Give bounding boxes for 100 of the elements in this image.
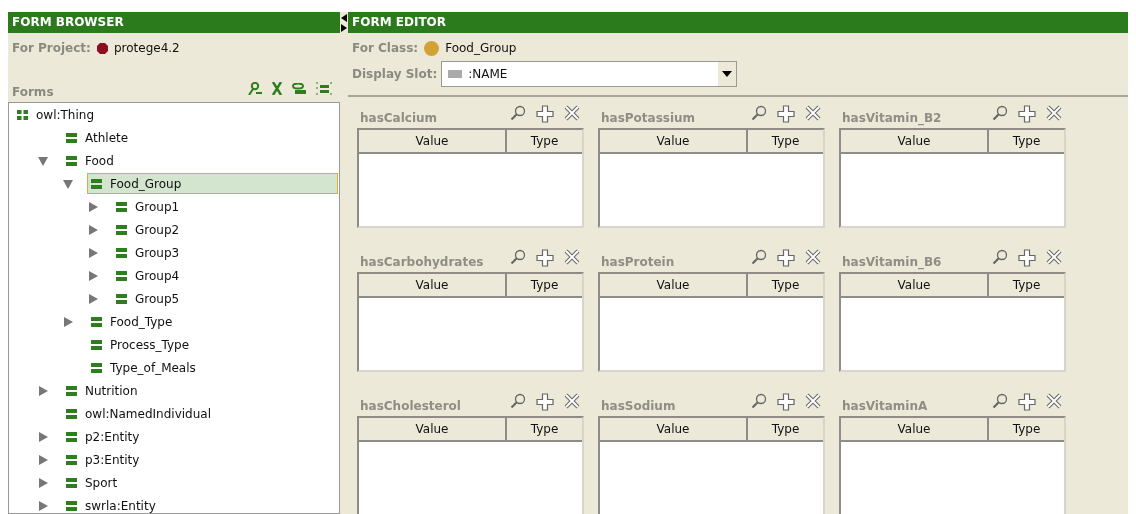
column-header[interactable]: Type: [989, 130, 1064, 152]
add-icon[interactable]: [777, 393, 795, 411]
search-icon[interactable]: [992, 249, 1008, 265]
remove-icon[interactable]: [564, 393, 580, 409]
section-label: Forms: [12, 85, 54, 99]
tree-item[interactable]: Group3: [112, 242, 184, 263]
class-icon: [66, 155, 77, 166]
class-icon: [91, 178, 102, 189]
column-header[interactable]: Value: [841, 274, 989, 296]
tree-item[interactable]: Group5: [112, 288, 184, 309]
column-header[interactable]: Type: [507, 274, 582, 296]
search-icon[interactable]: [992, 105, 1008, 121]
remove-icon[interactable]: [564, 105, 580, 121]
search-icon[interactable]: [751, 105, 767, 121]
column-header[interactable]: Value: [359, 418, 507, 440]
column-header[interactable]: Value: [600, 130, 748, 152]
class-icon: [116, 270, 127, 281]
column-header[interactable]: Value: [359, 274, 507, 296]
class-icon: [116, 224, 127, 235]
remove-icon[interactable]: [1046, 105, 1062, 121]
add-icon[interactable]: [1018, 249, 1036, 267]
remove-icon[interactable]: [1046, 249, 1062, 265]
tree-item[interactable]: p3:Entity: [62, 449, 144, 470]
tree-item[interactable]: Athlete: [62, 127, 133, 148]
tree-item[interactable]: Process_Type: [87, 334, 194, 355]
column-header[interactable]: Type: [989, 418, 1064, 440]
tree-item[interactable]: Sport: [62, 472, 122, 493]
tree-item[interactable]: Group2: [112, 219, 184, 240]
root-class-icon: [17, 109, 28, 120]
expand-icon[interactable]: [38, 477, 48, 488]
widget-title: hasCarbohydrates: [359, 255, 484, 269]
column-header[interactable]: Type: [507, 418, 582, 440]
tree-item[interactable]: Nutrition: [62, 380, 142, 401]
column-header[interactable]: Value: [359, 130, 507, 152]
search-icon[interactable]: [510, 249, 526, 265]
tree-item[interactable]: swrla:Entity: [62, 495, 160, 513]
expand-icon[interactable]: [38, 431, 48, 442]
tree-item[interactable]: Food_Type: [87, 311, 177, 332]
panel-title: FORM EDITOR: [348, 12, 1128, 33]
add-icon[interactable]: [1018, 105, 1036, 123]
search-icon[interactable]: [751, 393, 767, 409]
column-header[interactable]: Type: [748, 130, 823, 152]
class-icon: [66, 431, 77, 442]
remove-icon[interactable]: [805, 249, 821, 265]
remove-icon[interactable]: [805, 393, 821, 409]
add-icon[interactable]: [536, 249, 554, 267]
expand-icon[interactable]: [38, 500, 48, 511]
class-icon: [66, 454, 77, 465]
class-icon: [116, 293, 127, 304]
remove-icon[interactable]: [1046, 393, 1062, 409]
collapse-icon[interactable]: [63, 178, 73, 189]
search-icon[interactable]: [510, 105, 526, 121]
column-header[interactable]: Type: [748, 274, 823, 296]
expand-icon[interactable]: [63, 316, 73, 327]
cross-icon[interactable]: [272, 82, 282, 95]
class-icon: [66, 408, 77, 419]
column-header[interactable]: Type: [989, 274, 1064, 296]
class-icon: [66, 132, 77, 143]
field-label: Display Slot:: [352, 67, 438, 81]
class-circle-icon: [424, 40, 440, 56]
column-header[interactable]: Value: [600, 418, 748, 440]
add-icon[interactable]: [777, 249, 795, 267]
remove-icon[interactable]: [805, 105, 821, 121]
column-header[interactable]: Type: [507, 130, 582, 152]
expand-icon[interactable]: [88, 201, 98, 212]
add-icon[interactable]: [536, 105, 554, 123]
expand-icon[interactable]: [38, 385, 48, 396]
tree-item[interactable]: p2:Entity: [62, 426, 144, 447]
tree-root[interactable]: owl:Thing: [13, 104, 99, 125]
class-list-icon[interactable]: [316, 82, 332, 95]
collapse-icon[interactable]: [38, 155, 48, 166]
add-icon[interactable]: [777, 105, 795, 123]
expand-icon[interactable]: [88, 293, 98, 304]
tree-item[interactable]: Group4: [112, 265, 184, 286]
tree-item[interactable]: Food_Group: [87, 173, 338, 194]
search-icon[interactable]: [751, 249, 767, 265]
column-header[interactable]: Value: [600, 274, 748, 296]
expand-icon[interactable]: [38, 454, 48, 465]
remove-icon[interactable]: [564, 249, 580, 265]
slot-icon: [448, 70, 463, 78]
expand-icon[interactable]: [88, 224, 98, 235]
search-icon[interactable]: [992, 393, 1008, 409]
class-icon: [116, 201, 127, 212]
expand-icon[interactable]: [88, 270, 98, 281]
column-header[interactable]: Type: [748, 418, 823, 440]
tree-item[interactable]: Type_of_Meals: [87, 357, 200, 378]
widget-title: hasProtein: [600, 255, 675, 269]
project-icon: [96, 42, 108, 54]
tree-item[interactable]: owl:NamedIndividual: [62, 403, 215, 424]
tree-item[interactable]: Group1: [112, 196, 184, 217]
tree-item[interactable]: Food: [62, 150, 118, 171]
add-icon[interactable]: [1018, 393, 1036, 411]
expand-icon[interactable]: [88, 247, 98, 258]
widget-title: hasVitamin_B6: [841, 255, 942, 269]
column-header[interactable]: Value: [841, 418, 989, 440]
widget-title: hasVitaminA: [841, 399, 928, 413]
column-header[interactable]: Value: [841, 130, 989, 152]
search-icon[interactable]: [510, 393, 526, 409]
add-icon[interactable]: [536, 393, 554, 411]
slot-dropdown[interactable]: :NAME: [441, 61, 738, 87]
